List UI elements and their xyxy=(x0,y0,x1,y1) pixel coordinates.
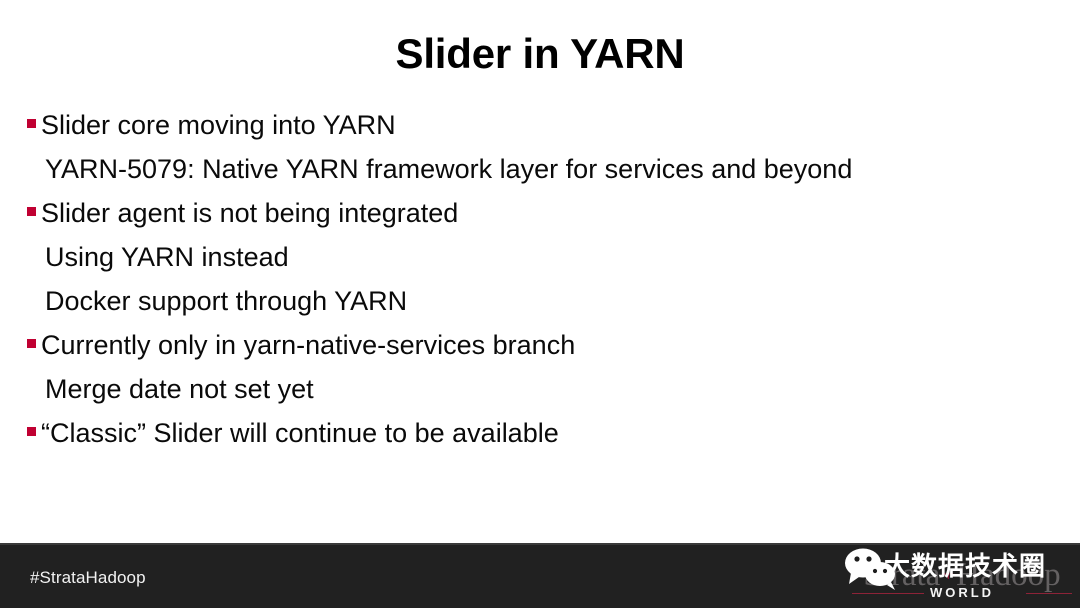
footer-bar: #StrataHadoop Strata+Hadoop WORLD 大数据技术圈 xyxy=(0,543,1080,608)
strata-hadoop-logo: Strata+Hadoop WORLD 大数据技术圈 xyxy=(840,545,1080,608)
list-item: Using YARN instead xyxy=(26,233,1026,277)
bullet-list: Slider core moving into YARN YARN-5079: … xyxy=(26,101,1026,453)
footer-hashtag: #StrataHadoop xyxy=(30,568,146,587)
list-item-label: “Classic” Slider will continue to be ava… xyxy=(41,417,559,448)
list-item-label: Docker support through YARN xyxy=(45,285,408,316)
page-title: Slider in YARN xyxy=(395,30,685,77)
list-item: Docker support through YARN xyxy=(26,277,1026,321)
list-item: “Classic” Slider will continue to be ava… xyxy=(26,409,1026,453)
list-item-label: Using YARN instead xyxy=(45,241,289,272)
slide-canvas: Slider in YARN Slider core moving into Y… xyxy=(0,0,1080,608)
list-item-label: YARN-5079: Native YARN framework layer f… xyxy=(45,153,853,184)
bullet-square-icon xyxy=(27,339,36,348)
list-item: Slider core moving into YARN xyxy=(26,101,1026,145)
list-item: Merge date not set yet xyxy=(26,365,1026,409)
bullet-square-icon xyxy=(27,119,36,128)
list-item: Currently only in yarn-native-services b… xyxy=(26,321,1026,365)
list-item-label: Currently only in yarn-native-services b… xyxy=(41,329,576,360)
bullet-square-icon xyxy=(27,207,36,216)
list-item: YARN-5079: Native YARN framework layer f… xyxy=(26,145,1026,189)
list-item-label: Slider core moving into YARN xyxy=(41,109,396,140)
list-item: Slider agent is not being integrated xyxy=(26,189,1026,233)
list-item-label: Slider agent is not being integrated xyxy=(41,197,459,228)
list-item-label: Merge date not set yet xyxy=(45,373,314,404)
wechat-account-name: 大数据技术圈 xyxy=(884,552,1047,582)
bullet-square-icon xyxy=(27,427,36,436)
